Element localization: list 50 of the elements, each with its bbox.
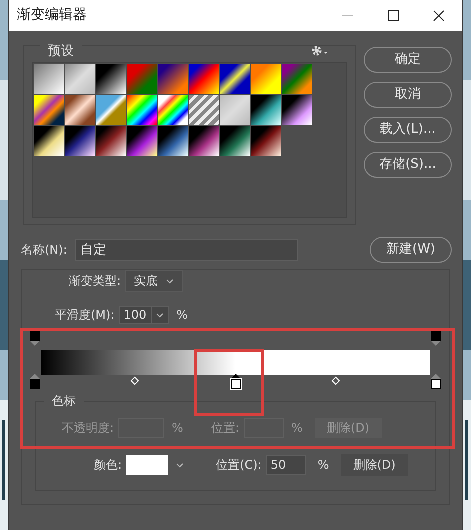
color-label: 颜色: xyxy=(94,457,122,474)
gradient-preset[interactable] xyxy=(251,126,281,156)
delete-button[interactable]: 删除(D) xyxy=(341,454,408,476)
color-stop[interactable] xyxy=(430,374,442,389)
chevron-down-icon xyxy=(156,312,164,318)
close-icon xyxy=(433,10,445,22)
gradient-preset[interactable] xyxy=(34,95,64,125)
color-swatch[interactable] xyxy=(126,455,168,475)
chevron-down-icon xyxy=(176,462,184,468)
location-field[interactable]: 50 xyxy=(266,455,306,475)
gradient-preset[interactable] xyxy=(220,64,250,94)
location-label: 位置(C): xyxy=(216,457,262,474)
percent-label: % xyxy=(292,420,303,437)
gradient-preset[interactable] xyxy=(96,64,126,94)
gradient-preset[interactable] xyxy=(282,95,312,125)
opacity-label: 不透明度: xyxy=(62,420,114,437)
name-field[interactable]: 自定 xyxy=(75,239,298,261)
opacity-stop[interactable] xyxy=(430,331,442,346)
color-stop[interactable] xyxy=(29,374,41,389)
percent-label: % xyxy=(176,307,188,324)
gradient-preset[interactable] xyxy=(158,95,188,125)
gradient-preset[interactable] xyxy=(127,126,157,156)
chevron-down-icon xyxy=(166,278,174,284)
gradient-preset[interactable] xyxy=(189,126,219,156)
smoothness-field[interactable]: 100 xyxy=(118,306,169,324)
dialog-button[interactable]: 载入(L)... xyxy=(364,117,452,143)
gradient-type-dropdown[interactable]: 实底 xyxy=(125,270,184,292)
gradient-preset[interactable] xyxy=(34,126,64,156)
dialog-button[interactable]: 存储(S)... xyxy=(364,152,452,178)
gradient-preset[interactable] xyxy=(158,126,188,156)
gradient-preset[interactable] xyxy=(251,95,281,125)
gradient-preset[interactable] xyxy=(65,126,95,156)
gradient-type-label: 渐变类型: xyxy=(69,273,122,290)
settings-icon[interactable] xyxy=(311,45,329,57)
dialog-button[interactable]: 取消 xyxy=(364,82,452,108)
gradient-preset[interactable] xyxy=(96,126,126,156)
percent-label: % xyxy=(318,457,330,474)
percent-label: % xyxy=(172,420,184,437)
gradient-preset[interactable] xyxy=(220,126,250,156)
location-label: 位置: xyxy=(211,420,240,437)
gradient-preset[interactable] xyxy=(189,64,219,94)
dialog-button[interactable]: 新建(W) xyxy=(370,237,452,263)
name-label: 名称(N): xyxy=(21,242,68,259)
dialog-button[interactable]: 确定 xyxy=(364,47,452,73)
stops-label: 色标 xyxy=(44,392,84,410)
smoothness-label: 平滑度(M): xyxy=(55,307,115,324)
opacity-stop[interactable] xyxy=(29,331,41,346)
gradient-preset[interactable] xyxy=(127,95,157,125)
color-stop[interactable] xyxy=(230,374,242,389)
window-title: 渐变编辑器 xyxy=(17,6,88,25)
